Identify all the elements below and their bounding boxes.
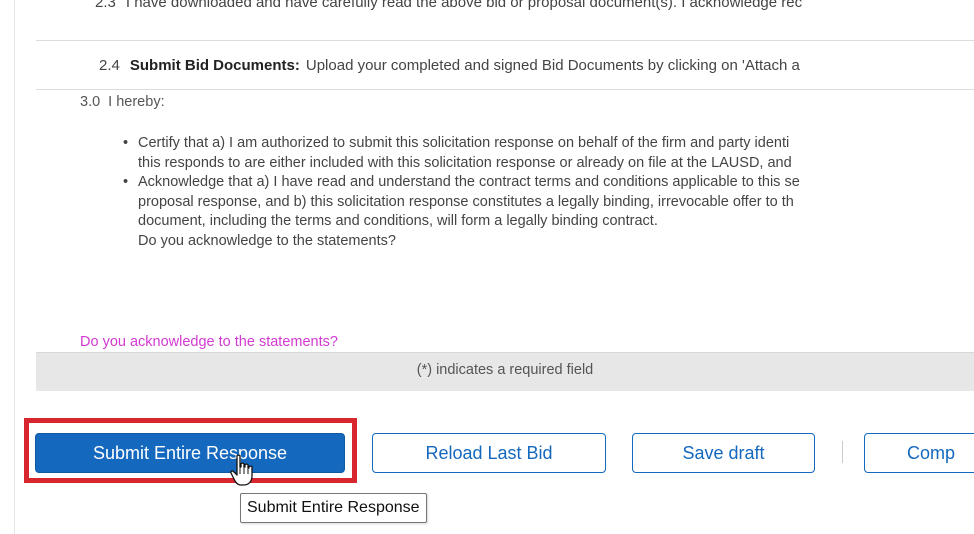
bullet-dot-icon: • — [123, 135, 129, 151]
bullet-line: Certify that a) I am authorized to submi… — [138, 135, 790, 151]
hand-pointer-cursor-icon — [230, 454, 253, 486]
item-2-3-row: 2.3 I have downloaded and have carefully … — [95, 0, 802, 11]
submit-tooltip: Submit Entire Response — [240, 493, 427, 523]
closing-question: Do you acknowledge to the statements? — [138, 232, 396, 249]
reload-last-bid-button[interactable]: Reload Last Bid — [372, 433, 606, 473]
section-3-heading: 3.0 I hereby: — [80, 94, 165, 110]
item-2-3-text: I have downloaded and have carefully rea… — [125, 0, 803, 11]
bullet-dot-icon: • — [123, 174, 129, 190]
item-2-4-text: Upload your completed and signed Bid Doc… — [305, 57, 800, 74]
required-field-note-bar: (*) indicates a required field — [36, 352, 974, 391]
item-2-4-title: Submit Bid Documents: — [129, 57, 300, 74]
bullet-line: this responds to are either included wit… — [138, 154, 792, 171]
section-3-number: 3.0 — [80, 94, 101, 110]
compose-button[interactable]: Comp — [864, 433, 974, 473]
row-divider — [36, 40, 974, 41]
save-draft-button[interactable]: Save draft — [632, 433, 815, 473]
bullet-line: proposal response, and b) this solicitat… — [138, 193, 794, 210]
list-item: • Certify that a) I am authorized to sub… — [120, 134, 974, 173]
content-left-border — [14, 0, 15, 534]
item-2-3-number: 2.3 — [95, 0, 116, 11]
required-field-note: (*) indicates a required field — [416, 362, 594, 378]
bullet-line: document, including the terms and condit… — [138, 213, 658, 229]
section-3-heading-text: I hereby: — [108, 94, 165, 110]
row-divider — [36, 89, 974, 90]
bid-response-page: 2.3 I have downloaded and have carefully … — [0, 0, 974, 534]
acknowledge-prompt-label: Do you acknowledge to the statements? — [80, 334, 338, 350]
item-2-4-number: 2.4 — [99, 57, 120, 74]
item-2-4-row: 2.4 Submit Bid Documents: Upload your comp… — [99, 57, 800, 74]
button-separator — [842, 441, 843, 463]
list-item: • Acknowledge that a) I have read and un… — [120, 173, 974, 232]
submit-entire-response-button[interactable]: Submit Entire Response — [35, 433, 345, 473]
section-3-bullet-list: • Certify that a) I am authorized to sub… — [120, 134, 974, 251]
bullet-line: Acknowledge that a) I have read and unde… — [138, 174, 800, 190]
